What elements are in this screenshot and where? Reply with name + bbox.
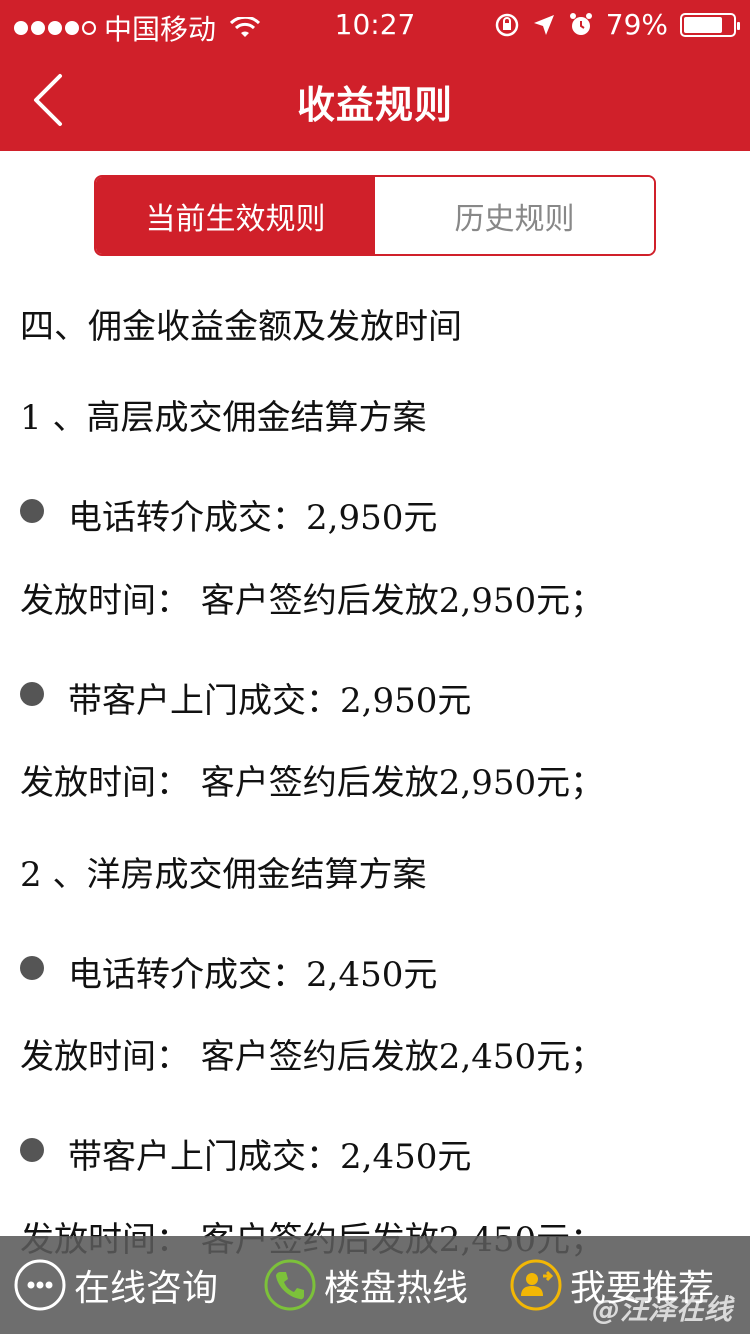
phone-icon: [262, 1257, 318, 1313]
list-item: 带客户上门成交：2,950元: [20, 655, 740, 746]
watermark: @汪泽在线: [591, 1293, 732, 1326]
subsection-heading: 2 、洋房成交佣金结算方案: [20, 854, 427, 895]
battery-icon: [680, 12, 740, 37]
alarm-icon: [569, 12, 592, 35]
bullet-dot-icon: [20, 681, 44, 706]
rule-tabs: 当前生效规则 历史规则: [94, 175, 656, 256]
location-arrow-icon: [533, 14, 554, 35]
bullet-dot-icon: [20, 955, 44, 980]
hotline-label: 楼盘热线: [324, 1268, 469, 1309]
list-item: 电话转介成交：2,950元: [20, 473, 740, 564]
tab-current-rules[interactable]: 当前生效规则: [96, 177, 375, 254]
payout-time-line: 发放时间： 客户签约后发放2,950元；: [20, 580, 605, 621]
list-item-text: 带客户上门成交：2,450元: [68, 1137, 472, 1178]
status-bar: 中国移动 10:27 79%: [0, 0, 750, 50]
battery-percent: 79%: [605, 8, 668, 41]
list-item: 电话转介成交：2,450元: [20, 929, 740, 1020]
list-item-text: 带客户上门成交：2,950元: [68, 680, 472, 721]
subsection-heading: 1 、高层成交佣金结算方案: [20, 398, 427, 439]
bullet-dot-icon: [20, 499, 44, 524]
list-item-text: 电话转介成交：2,450元: [68, 954, 438, 995]
tab-history-rules[interactable]: 历史规则: [375, 177, 654, 254]
section-heading: 四、佣金收益金额及发放时间: [20, 307, 462, 347]
nav-bar: 收益规则: [0, 50, 750, 151]
hotline-button[interactable]: 楼盘热线: [262, 1257, 468, 1313]
page-title: 收益规则: [296, 83, 453, 127]
payout-time-line: 发放时间： 客户签约后发放2,450元；: [20, 1037, 605, 1078]
battery-fill: [684, 16, 722, 33]
online-consult-button[interactable]: 在线咨询: [12, 1257, 218, 1313]
rules-content: 四、佣金收益金额及发放时间 1 、高层成交佣金结算方案 电话转介成交：2,950…: [20, 290, 740, 1294]
chat-bubble-icon: [12, 1257, 68, 1313]
bullet-dot-icon: [20, 1138, 44, 1163]
list-item: 带客户上门成交：2,450元: [20, 1112, 740, 1203]
orientation-lock-icon: [495, 13, 519, 36]
list-item-text: 电话转介成交：2,950元: [68, 498, 438, 539]
recommend-user-icon: [508, 1257, 564, 1313]
online-consult-label: 在线咨询: [74, 1268, 219, 1309]
status-right: 79%: [494, 8, 740, 41]
payout-time-line: 发放时间： 客户签约后发放2,950元；: [20, 763, 605, 804]
